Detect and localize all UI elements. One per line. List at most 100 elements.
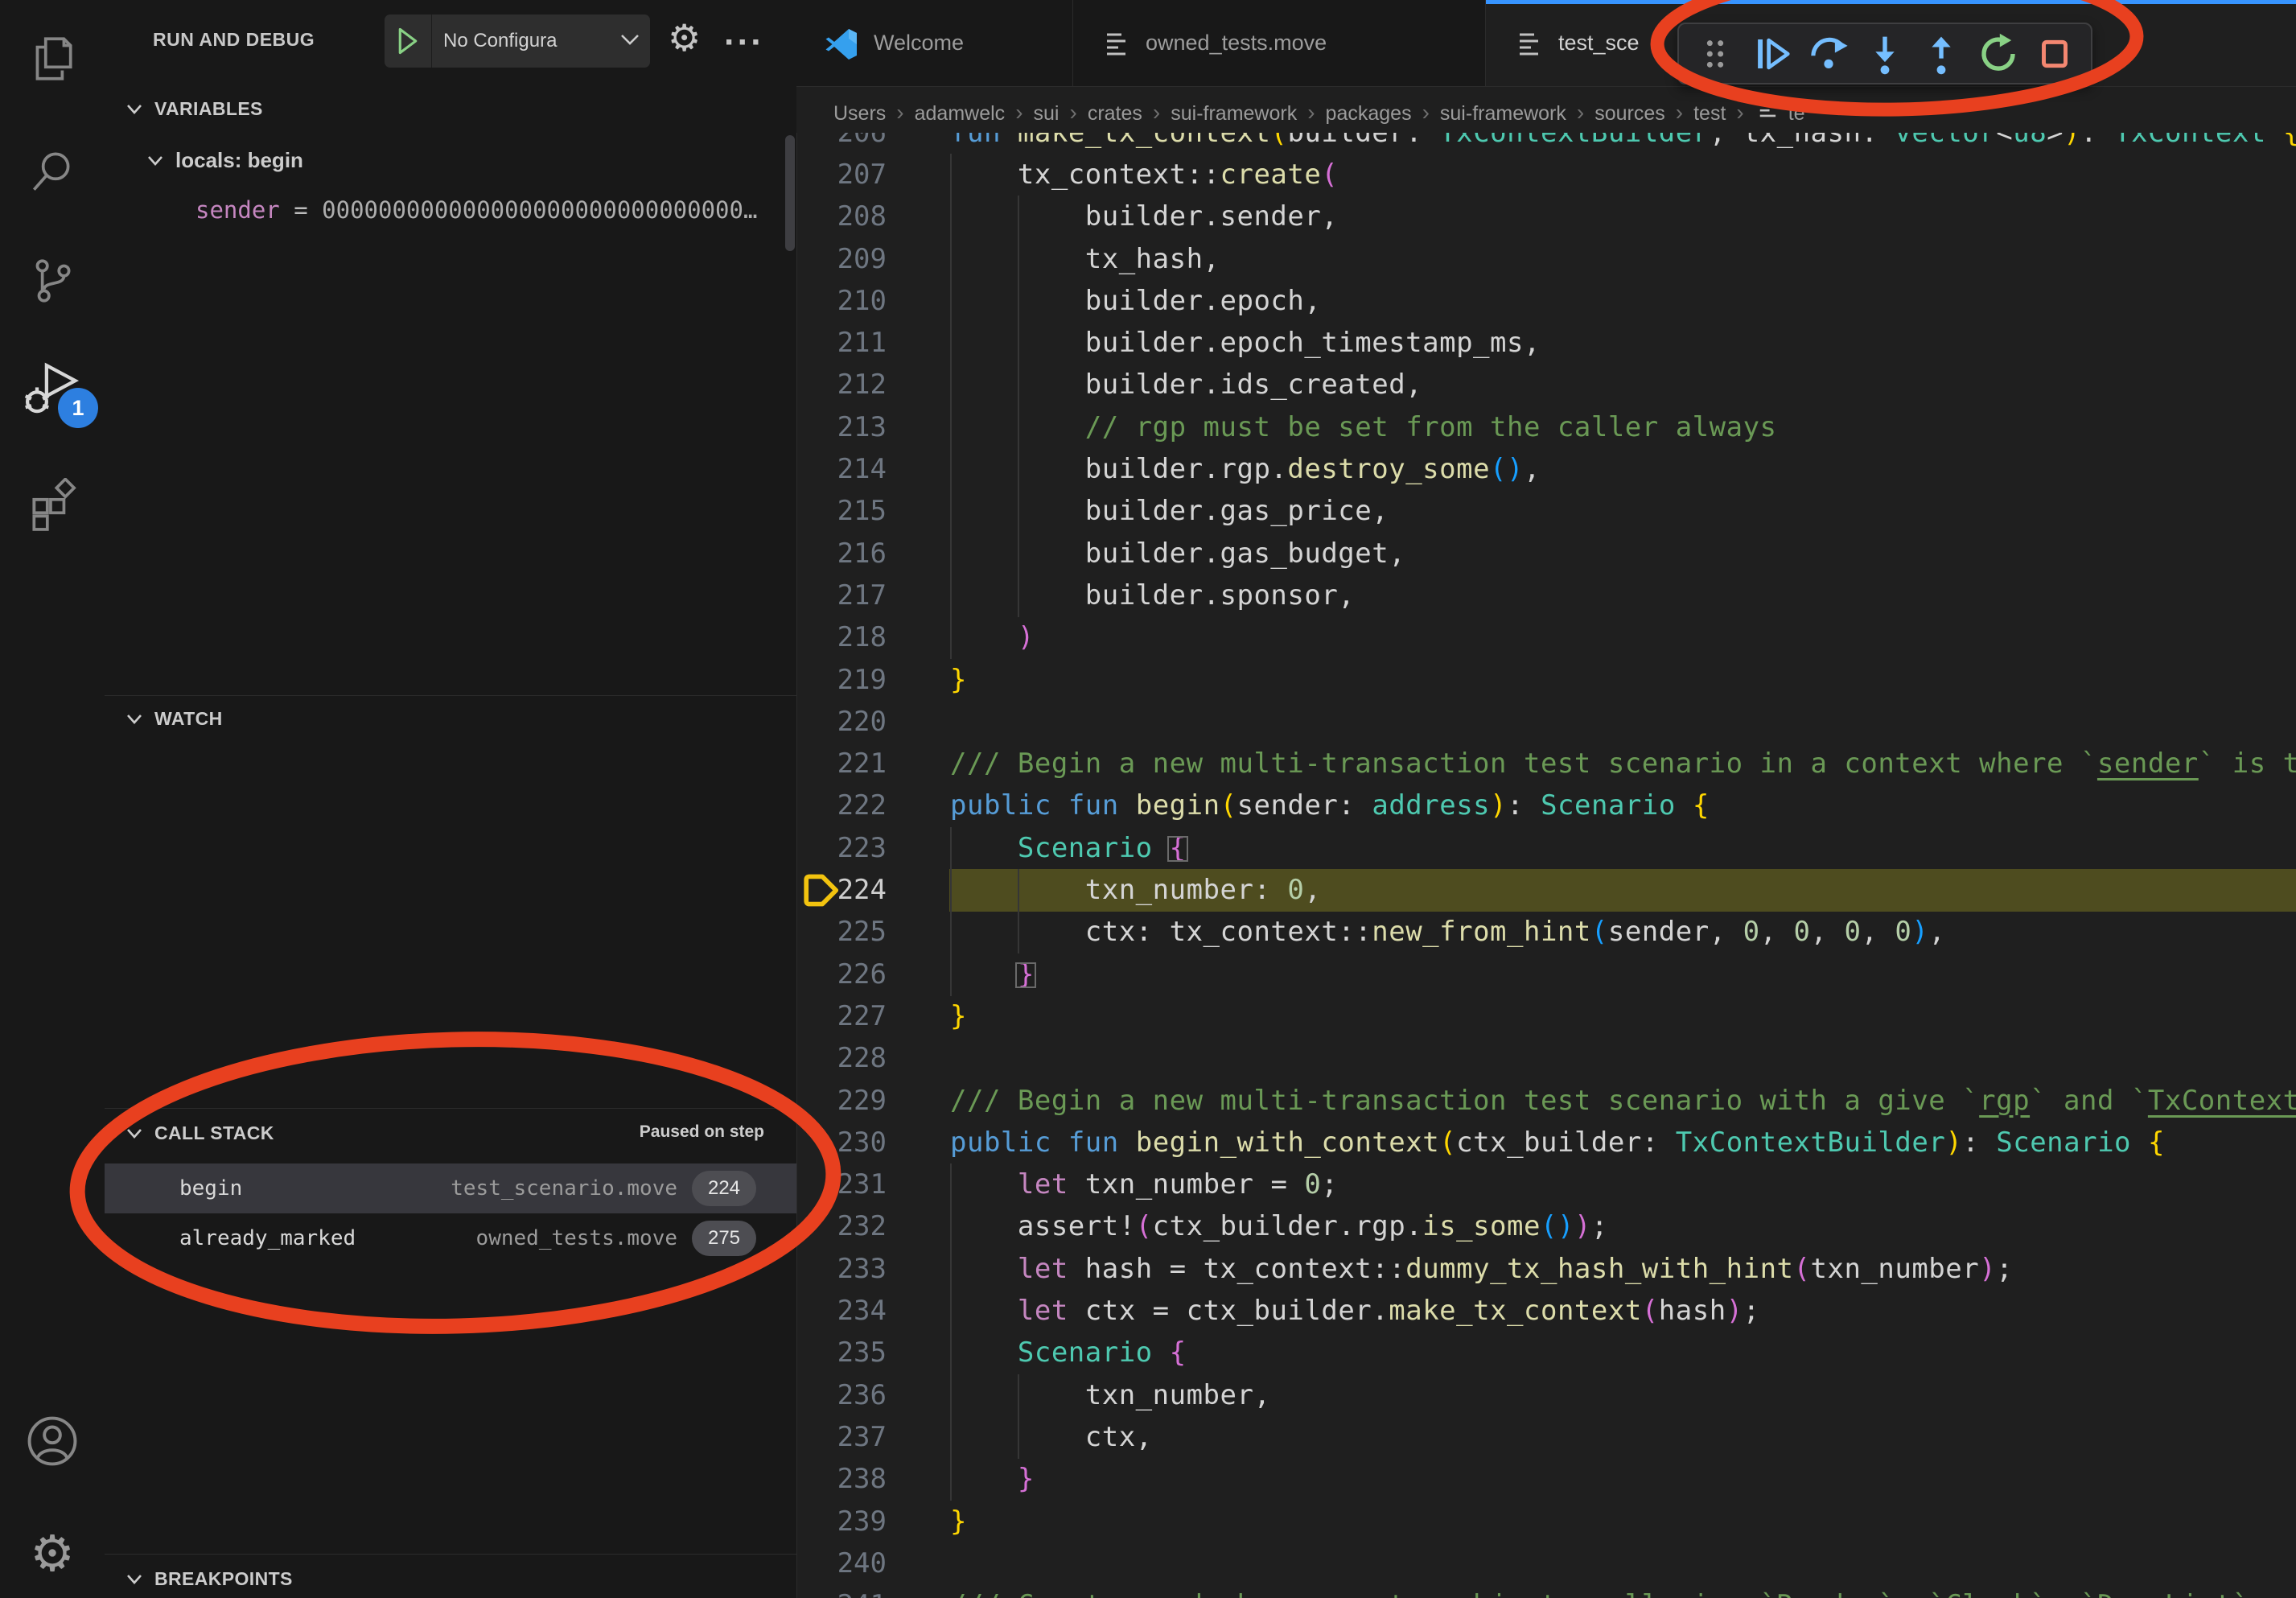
stop-button[interactable] [2030, 29, 2080, 79]
chevron-down-icon [124, 1568, 145, 1589]
code-line[interactable]: 208 builder.sender, [796, 196, 2296, 238]
debug-badge: 1 [58, 388, 98, 428]
code-line[interactable]: 214 builder.rgp.destroy_some(), [796, 448, 2296, 491]
code-editor[interactable]: 206fun make_tx_context(builder: TxContex… [796, 0, 2296, 1598]
code-line[interactable]: 225 ctx: tx_context::new_from_hint(sende… [796, 911, 2296, 953]
section-breakpoints[interactable]: BREAKPOINTS [154, 1568, 293, 1590]
code-line[interactable]: 218 ) [796, 616, 2296, 659]
code-line[interactable]: 223 Scenario { [796, 827, 2296, 870]
code-line[interactable]: 234 let ctx = ctx_builder.make_tx_contex… [796, 1290, 2296, 1332]
line-number: 209 [796, 238, 887, 281]
breadcrumb-item[interactable]: test [1693, 102, 1726, 125]
explorer-icon[interactable] [0, 14, 105, 103]
stop-icon [2033, 32, 2076, 76]
code-line[interactable]: 210 builder.epoch, [796, 280, 2296, 323]
code-line[interactable]: 226 } [796, 953, 2296, 996]
breadcrumb-item[interactable]: adamwelc [915, 102, 1006, 125]
code-line[interactable]: 222public fun begin(sender: address): Sc… [796, 785, 2296, 827]
code-line[interactable]: 216 builder.gas_budget, [796, 533, 2296, 575]
breadcrumb-item[interactable]: packages [1326, 102, 1412, 125]
section-watch[interactable]: WATCH [154, 708, 223, 730]
code-line[interactable]: 233 let hash = tx_context::dummy_tx_hash… [796, 1248, 2296, 1291]
code-line[interactable]: 241/// Creates and shares system objects… [796, 1584, 2296, 1598]
step-into-button[interactable] [1860, 29, 1910, 79]
code-line[interactable]: 207 tx_context::create( [796, 154, 2296, 196]
code-line[interactable]: 231 let txn_number = 0; [796, 1163, 2296, 1206]
line-number: 236 [796, 1374, 887, 1417]
code-line[interactable]: 211 builder.epoch_timestamp_ms, [796, 322, 2296, 364]
line-number: 233 [796, 1248, 887, 1291]
start-debug-icon[interactable] [385, 14, 432, 68]
section-variables[interactable]: VARIABLES [154, 98, 263, 120]
toolbar-drag-handle[interactable] [1690, 29, 1740, 79]
more-actions-icon[interactable]: ··· [724, 23, 764, 63]
code-line[interactable]: 238 } [796, 1458, 2296, 1501]
section-divider [105, 1108, 796, 1109]
run-and-debug-icon[interactable]: 1 [0, 346, 105, 435]
move-file-icon [1755, 94, 1780, 120]
line-number: 239 [796, 1501, 887, 1543]
sidebar-title: RUN AND DEBUG [153, 29, 315, 51]
code-line[interactable]: 236 txn_number, [796, 1374, 2296, 1417]
variable-row[interactable]: sender = 000000000000000000000000000000… [195, 196, 791, 224]
move-file-icon [1101, 28, 1131, 59]
code-line[interactable]: 221/// Begin a new multi-transaction tes… [796, 743, 2296, 785]
breadcrumb-item[interactable]: sui [1034, 102, 1060, 125]
breadcrumb-separator: › [1566, 100, 1594, 125]
breadcrumb-file[interactable]: te [1788, 102, 1805, 125]
step-out-icon [1920, 32, 1963, 76]
line-number: 220 [796, 701, 887, 743]
line-number: 227 [796, 995, 887, 1038]
code-line[interactable]: 229/// Begin a new multi-transaction tes… [796, 1080, 2296, 1122]
section-divider [105, 1554, 796, 1555]
tab-welcome[interactable]: Welcome [796, 0, 1073, 86]
breadcrumb-item[interactable]: sources [1594, 102, 1665, 125]
code-line[interactable]: 220 [796, 701, 2296, 743]
accounts-icon[interactable] [0, 1397, 105, 1485]
code-line[interactable]: 217 builder.sponsor, [796, 575, 2296, 617]
section-divider [105, 695, 796, 696]
line-number: 219 [796, 659, 887, 702]
code-line[interactable]: 228 [796, 1037, 2296, 1080]
code-line[interactable]: 232 assert!(ctx_builder.rgp.is_some()); [796, 1205, 2296, 1248]
code-line[interactable]: 209 tx_hash, [796, 238, 2296, 281]
frame-name: begin [105, 1176, 242, 1201]
debug-settings-gear-icon[interactable]: ⚙ [668, 19, 701, 56]
source-control-icon[interactable] [0, 237, 105, 325]
section-call-stack[interactable]: CALL STACK [154, 1122, 274, 1144]
code-line[interactable]: 224 txn_number: 0, [796, 869, 2296, 912]
line-number: 216 [796, 533, 887, 575]
line-number: 212 [796, 364, 887, 406]
call-stack-frame[interactable]: begin test_scenario.move 224 [105, 1163, 796, 1213]
code-line[interactable]: 235 Scenario { [796, 1332, 2296, 1374]
code-line[interactable]: 212 builder.ids_created, [796, 364, 2296, 406]
code-line[interactable]: 219} [796, 659, 2296, 702]
breadcrumb-item[interactable]: sui-framework [1171, 102, 1297, 125]
settings-gear-icon[interactable]: ⚙ [0, 1509, 105, 1598]
code-line[interactable]: 213 // rgp must be set from the caller a… [796, 406, 2296, 449]
variables-scope[interactable]: locals: begin [175, 148, 303, 173]
tab-owned-tests[interactable]: owned_tests.move [1073, 0, 1486, 86]
variable-value: 000000000000000000000000000000… [322, 196, 757, 224]
breadcrumb-item[interactable]: Users [833, 102, 886, 125]
code-line[interactable]: 215 builder.gas_price, [796, 490, 2296, 533]
tab-label: Welcome [874, 31, 964, 56]
code-line[interactable]: 230public fun begin_with_context(ctx_bui… [796, 1122, 2296, 1164]
code-line[interactable]: 240 [796, 1542, 2296, 1585]
code-line[interactable]: 227} [796, 995, 2296, 1038]
breadcrumb-item[interactable]: sui-framework [1440, 102, 1566, 125]
continue-button[interactable] [1747, 29, 1796, 79]
search-icon[interactable] [0, 127, 105, 216]
launch-config-control[interactable]: No Configura [385, 14, 650, 68]
call-stack-frame[interactable]: already_marked owned_tests.move 275 [105, 1213, 796, 1263]
breadcrumb-item[interactable]: crates [1088, 102, 1142, 125]
step-out-button[interactable] [1916, 29, 1966, 79]
extensions-icon[interactable] [0, 460, 105, 549]
sidebar-scrollbar[interactable] [785, 135, 795, 251]
restart-button[interactable] [1973, 29, 2023, 79]
line-number: 218 [796, 616, 887, 659]
code-line[interactable]: 239} [796, 1501, 2296, 1543]
code-line[interactable]: 237 ctx, [796, 1416, 2296, 1459]
step-into-icon [1863, 32, 1907, 76]
step-over-button[interactable] [1804, 29, 1854, 79]
